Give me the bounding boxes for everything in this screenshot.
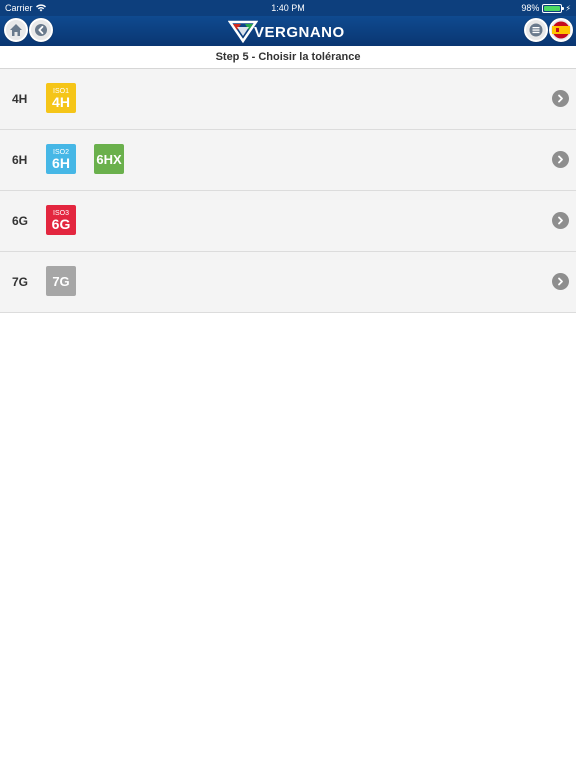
battery-icon: [542, 3, 565, 13]
home-button[interactable]: [4, 18, 28, 42]
battery-indicator: 98% ⚡: [521, 3, 571, 13]
back-button[interactable]: [29, 18, 53, 42]
tolerance-list: 4H ISO1 4H 6H ISO2 6H 6HX 6G ISO3 6G 7G …: [0, 69, 576, 313]
row-chevron[interactable]: [552, 212, 569, 229]
tolerance-row-7g[interactable]: 7G 7G: [0, 252, 576, 313]
clock: 1:40 PM: [271, 3, 305, 13]
tolerance-badge: ISO1 4H: [46, 83, 76, 113]
battery-percent: 98%: [521, 3, 540, 13]
chevron-right-icon: [558, 155, 563, 164]
row-label: 6G: [12, 214, 29, 228]
step-title: Step 5 - Choisir la tolérance: [0, 46, 576, 69]
navigation-bar: VERGNANO: [0, 16, 576, 46]
chevron-right-icon: [558, 216, 563, 225]
badge-value: 6HX: [96, 151, 122, 167]
tolerance-row-6h[interactable]: 6H ISO2 6H 6HX: [0, 130, 576, 191]
chevron-right-icon: [558, 94, 563, 103]
home-icon: [10, 24, 22, 36]
tolerance-badge: 6HX: [94, 144, 124, 174]
chevron-right-icon: [558, 277, 563, 286]
language-button[interactable]: [549, 18, 573, 42]
tolerance-row-4h[interactable]: 4H ISO1 4H: [0, 69, 576, 130]
row-chevron[interactable]: [552, 151, 569, 168]
charging-icon: ⚡: [565, 3, 571, 13]
row-label: 7G: [12, 275, 29, 289]
menu-button[interactable]: [524, 18, 548, 42]
badge-value: 6G: [51, 215, 71, 232]
row-label: 4H: [12, 92, 28, 106]
menu-icon: [529, 23, 543, 37]
badge-value: 7G: [52, 273, 70, 289]
back-icon: [35, 24, 47, 36]
badge-group: ISO3 6G: [46, 205, 76, 235]
row-chevron[interactable]: [552, 273, 569, 290]
flag-icon: [552, 21, 570, 39]
status-bar: Carrier 1:40 PM 98% ⚡: [0, 0, 576, 16]
badge-group: ISO1 4H: [46, 83, 76, 113]
row-label: 6H: [12, 153, 28, 167]
tolerance-badge: ISO3 6G: [46, 205, 76, 235]
tolerance-badge: 7G: [46, 266, 76, 296]
badge-value: 4H: [52, 93, 70, 110]
tolerance-badge: ISO2 6H: [46, 144, 76, 174]
badge-value: 6H: [52, 154, 70, 171]
tolerance-row-6g[interactable]: 6G ISO3 6G: [0, 191, 576, 252]
vergnano-logo: VERGNANO: [228, 19, 350, 43]
brand-name: VERGNANO: [254, 24, 345, 41]
badge-group: 7G: [46, 266, 76, 296]
row-chevron[interactable]: [552, 90, 569, 107]
badge-group: ISO2 6H 6HX: [46, 144, 124, 174]
